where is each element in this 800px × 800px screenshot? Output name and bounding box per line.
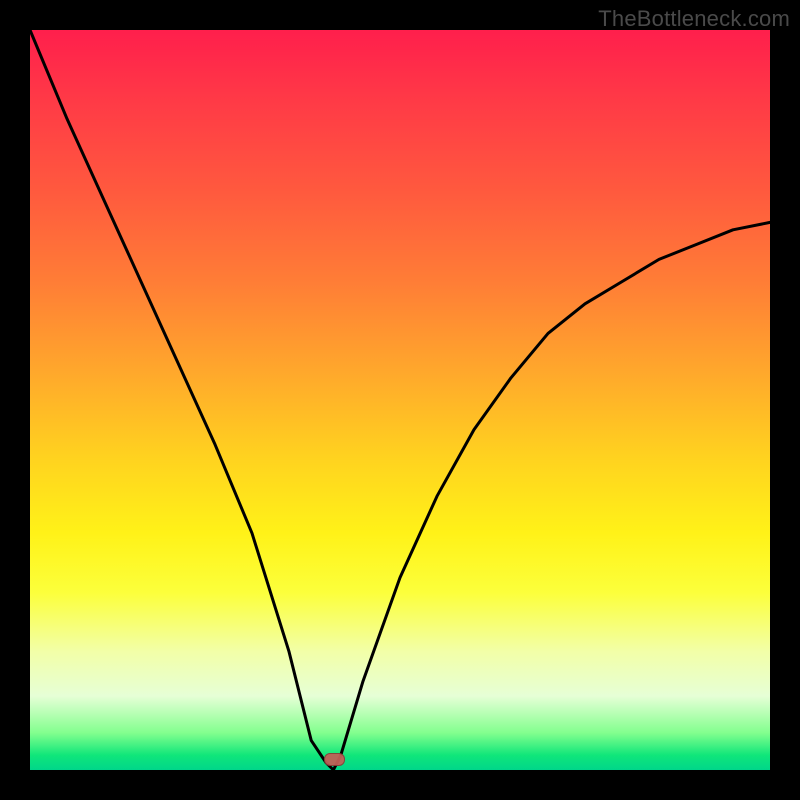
chart-frame: TheBottleneck.com <box>0 0 800 800</box>
watermark-text: TheBottleneck.com <box>598 6 790 32</box>
optimal-marker <box>324 753 345 766</box>
plot-area <box>30 30 770 770</box>
bottleneck-curve-path <box>30 30 770 770</box>
curve-svg <box>30 30 770 770</box>
